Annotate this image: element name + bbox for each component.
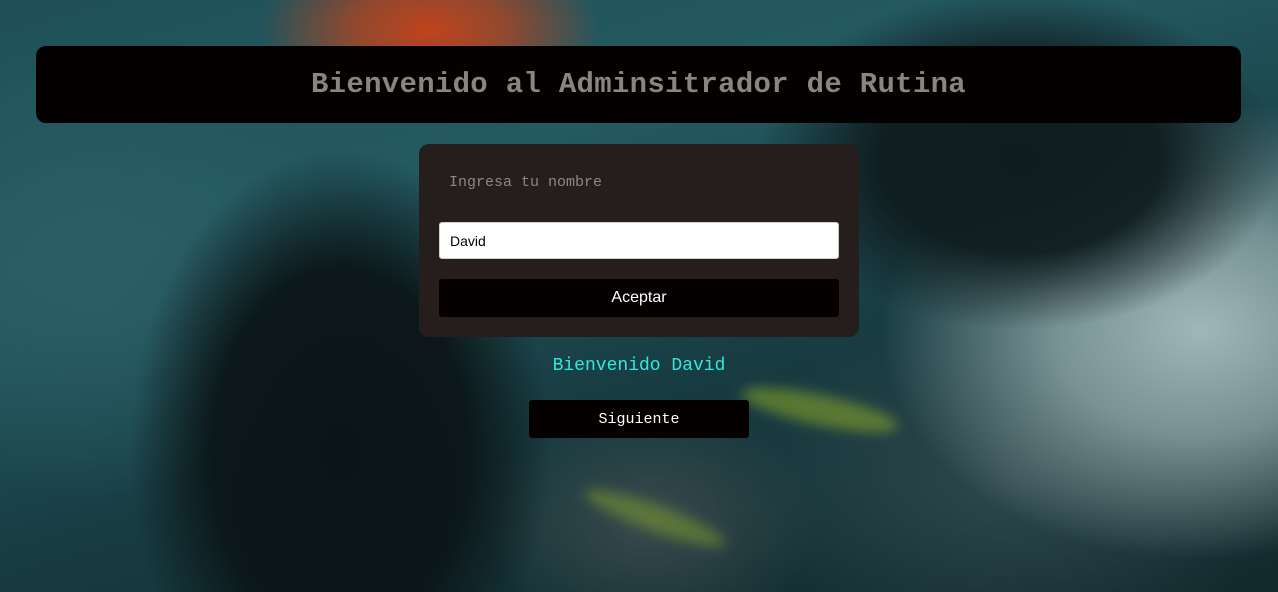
next-button[interactable]: Siguiente	[529, 400, 749, 438]
page-title: Bienvenido al Adminsitrador de Rutina	[310, 68, 966, 101]
name-label: Ingresa tu nombre	[449, 174, 603, 191]
header-banner: Bienvenido al Adminsitrador de Rutina	[36, 46, 1241, 123]
name-form-card: Ingresa tu nombre Aceptar	[419, 144, 859, 337]
welcome-message: Bienvenido David	[552, 356, 726, 376]
accept-button[interactable]: Aceptar	[439, 279, 839, 317]
background-shoe-highlight	[580, 480, 730, 556]
background-shoe-highlight	[738, 378, 902, 442]
name-input[interactable]	[439, 222, 839, 259]
